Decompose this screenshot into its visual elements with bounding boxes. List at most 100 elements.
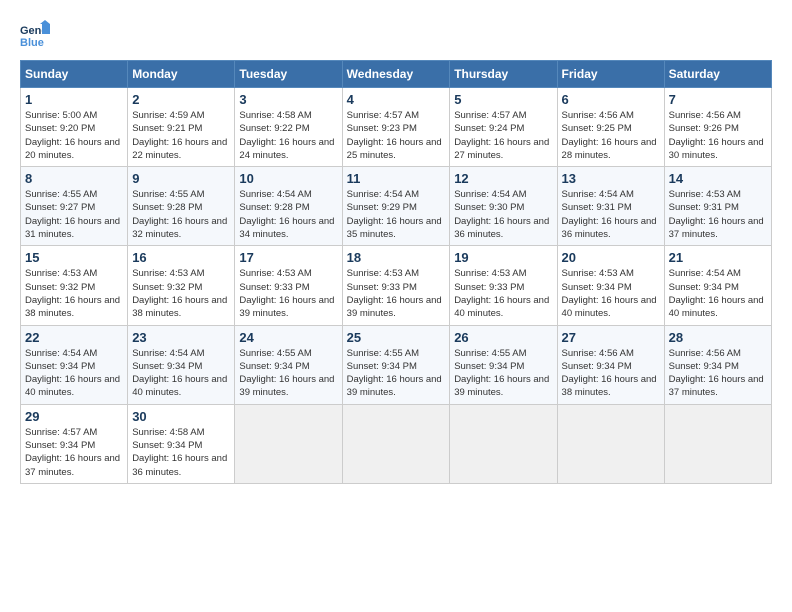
day-info: Sunrise: 5:00 AMSunset: 9:20 PMDaylight:… <box>25 109 123 162</box>
calendar-cell: 14 Sunrise: 4:53 AMSunset: 9:31 PMDaylig… <box>664 167 771 246</box>
day-info: Sunrise: 4:55 AMSunset: 9:28 PMDaylight:… <box>132 188 230 241</box>
calendar-table: SundayMondayTuesdayWednesdayThursdayFrid… <box>20 60 772 484</box>
day-info: Sunrise: 4:53 AMSunset: 9:31 PMDaylight:… <box>669 188 767 241</box>
day-number: 25 <box>347 330 446 345</box>
day-info: Sunrise: 4:53 AMSunset: 9:34 PMDaylight:… <box>562 267 660 320</box>
calendar-cell: 23 Sunrise: 4:54 AMSunset: 9:34 PMDaylig… <box>128 325 235 404</box>
day-info: Sunrise: 4:54 AMSunset: 9:30 PMDaylight:… <box>454 188 552 241</box>
day-info: Sunrise: 4:54 AMSunset: 9:34 PMDaylight:… <box>132 347 230 400</box>
calendar-cell <box>557 404 664 483</box>
calendar-cell: 2 Sunrise: 4:59 AMSunset: 9:21 PMDayligh… <box>128 88 235 167</box>
day-number: 17 <box>239 250 337 265</box>
day-info: Sunrise: 4:55 AMSunset: 9:34 PMDaylight:… <box>347 347 446 400</box>
logo: General Blue <box>20 20 54 50</box>
day-number: 22 <box>25 330 123 345</box>
calendar-cell: 4 Sunrise: 4:57 AMSunset: 9:23 PMDayligh… <box>342 88 450 167</box>
day-info: Sunrise: 4:53 AMSunset: 9:33 PMDaylight:… <box>454 267 552 320</box>
calendar-cell: 17 Sunrise: 4:53 AMSunset: 9:33 PMDaylig… <box>235 246 342 325</box>
day-info: Sunrise: 4:54 AMSunset: 9:34 PMDaylight:… <box>25 347 123 400</box>
day-info: Sunrise: 4:54 AMSunset: 9:34 PMDaylight:… <box>669 267 767 320</box>
calendar-week-row: 15 Sunrise: 4:53 AMSunset: 9:32 PMDaylig… <box>21 246 772 325</box>
day-number: 21 <box>669 250 767 265</box>
day-info: Sunrise: 4:56 AMSunset: 9:26 PMDaylight:… <box>669 109 767 162</box>
header: General Blue <box>20 20 772 50</box>
day-number: 16 <box>132 250 230 265</box>
calendar-cell: 1 Sunrise: 5:00 AMSunset: 9:20 PMDayligh… <box>21 88 128 167</box>
calendar-cell: 28 Sunrise: 4:56 AMSunset: 9:34 PMDaylig… <box>664 325 771 404</box>
calendar-cell: 8 Sunrise: 4:55 AMSunset: 9:27 PMDayligh… <box>21 167 128 246</box>
calendar-cell: 20 Sunrise: 4:53 AMSunset: 9:34 PMDaylig… <box>557 246 664 325</box>
calendar-cell: 5 Sunrise: 4:57 AMSunset: 9:24 PMDayligh… <box>450 88 557 167</box>
calendar-cell <box>342 404 450 483</box>
day-number: 11 <box>347 171 446 186</box>
day-number: 6 <box>562 92 660 107</box>
day-info: Sunrise: 4:53 AMSunset: 9:33 PMDaylight:… <box>239 267 337 320</box>
day-number: 19 <box>454 250 552 265</box>
day-info: Sunrise: 4:56 AMSunset: 9:25 PMDaylight:… <box>562 109 660 162</box>
day-info: Sunrise: 4:58 AMSunset: 9:22 PMDaylight:… <box>239 109 337 162</box>
calendar-cell: 7 Sunrise: 4:56 AMSunset: 9:26 PMDayligh… <box>664 88 771 167</box>
header-day-saturday: Saturday <box>664 61 771 88</box>
day-info: Sunrise: 4:54 AMSunset: 9:31 PMDaylight:… <box>562 188 660 241</box>
calendar-cell <box>235 404 342 483</box>
calendar-body: 1 Sunrise: 5:00 AMSunset: 9:20 PMDayligh… <box>21 88 772 484</box>
day-number: 18 <box>347 250 446 265</box>
day-number: 3 <box>239 92 337 107</box>
day-number: 7 <box>669 92 767 107</box>
calendar-cell: 10 Sunrise: 4:54 AMSunset: 9:28 PMDaylig… <box>235 167 342 246</box>
day-info: Sunrise: 4:57 AMSunset: 9:23 PMDaylight:… <box>347 109 446 162</box>
day-number: 2 <box>132 92 230 107</box>
calendar-cell: 13 Sunrise: 4:54 AMSunset: 9:31 PMDaylig… <box>557 167 664 246</box>
svg-text:Blue: Blue <box>20 37 44 49</box>
day-info: Sunrise: 4:54 AMSunset: 9:29 PMDaylight:… <box>347 188 446 241</box>
day-number: 1 <box>25 92 123 107</box>
day-number: 29 <box>25 409 123 424</box>
calendar-cell: 3 Sunrise: 4:58 AMSunset: 9:22 PMDayligh… <box>235 88 342 167</box>
day-number: 15 <box>25 250 123 265</box>
calendar-cell: 25 Sunrise: 4:55 AMSunset: 9:34 PMDaylig… <box>342 325 450 404</box>
day-number: 12 <box>454 171 552 186</box>
header-day-sunday: Sunday <box>21 61 128 88</box>
calendar-cell: 12 Sunrise: 4:54 AMSunset: 9:30 PMDaylig… <box>450 167 557 246</box>
day-number: 13 <box>562 171 660 186</box>
calendar-cell: 6 Sunrise: 4:56 AMSunset: 9:25 PMDayligh… <box>557 88 664 167</box>
day-number: 5 <box>454 92 552 107</box>
calendar-cell: 18 Sunrise: 4:53 AMSunset: 9:33 PMDaylig… <box>342 246 450 325</box>
day-info: Sunrise: 4:53 AMSunset: 9:32 PMDaylight:… <box>25 267 123 320</box>
calendar-cell: 16 Sunrise: 4:53 AMSunset: 9:32 PMDaylig… <box>128 246 235 325</box>
day-number: 10 <box>239 171 337 186</box>
calendar-week-row: 1 Sunrise: 5:00 AMSunset: 9:20 PMDayligh… <box>21 88 772 167</box>
calendar-cell: 27 Sunrise: 4:56 AMSunset: 9:34 PMDaylig… <box>557 325 664 404</box>
calendar-cell <box>664 404 771 483</box>
calendar-cell: 11 Sunrise: 4:54 AMSunset: 9:29 PMDaylig… <box>342 167 450 246</box>
calendar-header-row: SundayMondayTuesdayWednesdayThursdayFrid… <box>21 61 772 88</box>
calendar-cell: 21 Sunrise: 4:54 AMSunset: 9:34 PMDaylig… <box>664 246 771 325</box>
calendar-week-row: 8 Sunrise: 4:55 AMSunset: 9:27 PMDayligh… <box>21 167 772 246</box>
header-day-tuesday: Tuesday <box>235 61 342 88</box>
day-info: Sunrise: 4:55 AMSunset: 9:27 PMDaylight:… <box>25 188 123 241</box>
day-info: Sunrise: 4:56 AMSunset: 9:34 PMDaylight:… <box>669 347 767 400</box>
day-number: 9 <box>132 171 230 186</box>
day-info: Sunrise: 4:54 AMSunset: 9:28 PMDaylight:… <box>239 188 337 241</box>
calendar-week-row: 29 Sunrise: 4:57 AMSunset: 9:34 PMDaylig… <box>21 404 772 483</box>
day-number: 4 <box>347 92 446 107</box>
calendar-cell: 22 Sunrise: 4:54 AMSunset: 9:34 PMDaylig… <box>21 325 128 404</box>
day-info: Sunrise: 4:57 AMSunset: 9:24 PMDaylight:… <box>454 109 552 162</box>
day-info: Sunrise: 4:57 AMSunset: 9:34 PMDaylight:… <box>25 426 123 479</box>
day-info: Sunrise: 4:53 AMSunset: 9:32 PMDaylight:… <box>132 267 230 320</box>
day-number: 23 <box>132 330 230 345</box>
header-day-monday: Monday <box>128 61 235 88</box>
day-number: 20 <box>562 250 660 265</box>
header-day-thursday: Thursday <box>450 61 557 88</box>
day-number: 27 <box>562 330 660 345</box>
day-info: Sunrise: 4:56 AMSunset: 9:34 PMDaylight:… <box>562 347 660 400</box>
day-info: Sunrise: 4:55 AMSunset: 9:34 PMDaylight:… <box>454 347 552 400</box>
day-number: 14 <box>669 171 767 186</box>
day-info: Sunrise: 4:53 AMSunset: 9:33 PMDaylight:… <box>347 267 446 320</box>
header-day-wednesday: Wednesday <box>342 61 450 88</box>
day-number: 24 <box>239 330 337 345</box>
day-info: Sunrise: 4:58 AMSunset: 9:34 PMDaylight:… <box>132 426 230 479</box>
calendar-cell: 30 Sunrise: 4:58 AMSunset: 9:34 PMDaylig… <box>128 404 235 483</box>
logo-icon: General Blue <box>20 20 50 50</box>
calendar-cell: 24 Sunrise: 4:55 AMSunset: 9:34 PMDaylig… <box>235 325 342 404</box>
